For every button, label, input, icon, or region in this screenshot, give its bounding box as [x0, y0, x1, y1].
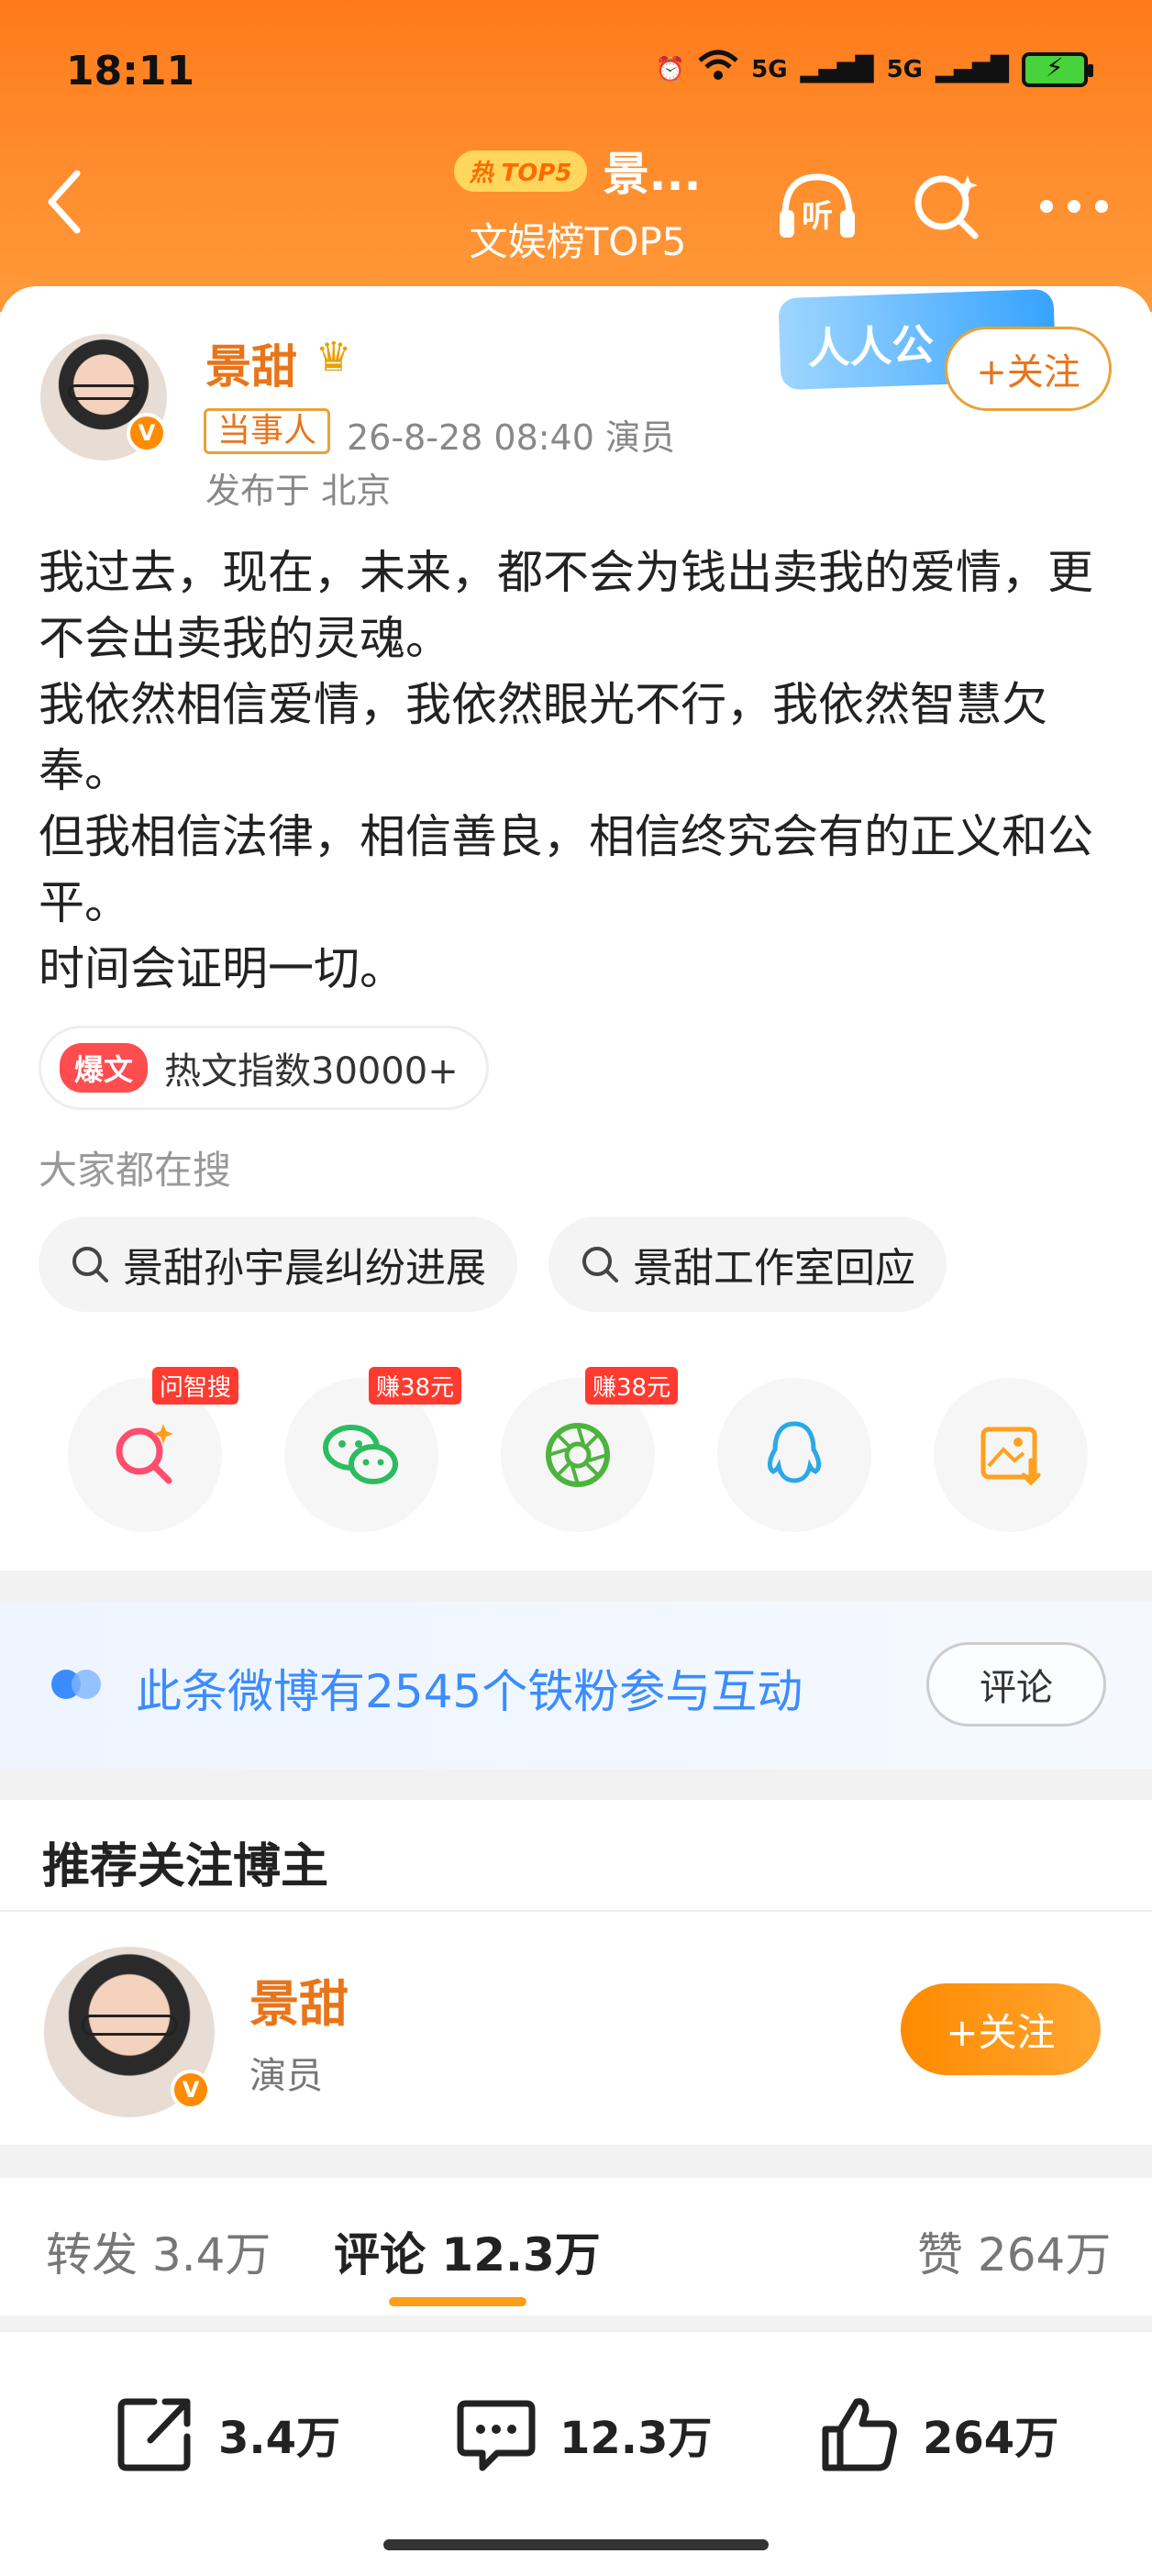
save-image-icon — [980, 1427, 1041, 1486]
svg-text:听: 听 — [802, 198, 833, 235]
tab-repost[interactable]: 转发 3.4万 — [46, 2218, 271, 2284]
tab-like[interactable]: 赞 264万 — [917, 2218, 1111, 2284]
follow-button[interactable]: +关注 — [945, 327, 1112, 411]
fans-text: 此条微博有2545个铁粉参与互动 — [136, 1665, 803, 1718]
signal-2-label: 5G — [886, 55, 924, 83]
top5-badge: 热 TOP5 — [454, 150, 587, 192]
signal-1-label: 5G — [751, 55, 788, 83]
comment-button[interactable]: 评论 — [926, 1642, 1106, 1727]
like-button[interactable]: 264万 — [818, 2393, 1058, 2475]
search-chip-label: 景甜工作室回应 — [633, 1245, 915, 1292]
post-paragraph: 我过去，现在，未来，都不会为钱出卖我的爱情，更不会出卖我的灵魂。 — [39, 546, 1093, 665]
recommend-name[interactable]: 景甜 — [249, 1963, 349, 2036]
hot-index-pill[interactable]: 爆文 热文指数30000+ — [39, 1026, 489, 1110]
home-indicator[interactable] — [383, 2539, 769, 2550]
tab-indicator — [389, 2297, 526, 2306]
search-icon — [582, 1247, 618, 1282]
thumbs-up-icon — [822, 2398, 897, 2471]
header: 18:11 ⏰ 5G ▂▄▆█ 5G ▂▄▆█ ⚡ 热 TOP5 景... 文娱… — [0, 0, 1152, 312]
nav-actions: 听 — [776, 165, 1115, 248]
post-paragraph: 但我相信法律，相信善良，相信终究会有的正义和公平。 — [39, 810, 1093, 929]
listen-button[interactable]: 听 — [776, 165, 858, 248]
recommend-title: 推荐关注博主 — [42, 1839, 329, 1894]
comment-count: 12.3万 — [559, 2413, 713, 2464]
search-icon[interactable] — [904, 165, 987, 248]
search-icon — [72, 1247, 108, 1282]
recommend-follow-button[interactable]: +关注 — [901, 1983, 1101, 2075]
hot-badge: 爆文 — [60, 1043, 149, 1093]
post-meta: 26-8-28 08:40 演员 — [347, 417, 675, 458]
nav-title: 景... — [603, 148, 702, 201]
post-body: 我过去，现在，未来，都不会为钱出卖我的爱情，更不会出卖我的灵魂。 我依然相信爱情… — [39, 539, 1121, 1002]
repost-icon — [117, 2398, 191, 2471]
post-paragraph: 我依然相信爱情，我依然眼光不行，我依然智慧欠奉。 — [39, 678, 1047, 797]
more-icon[interactable] — [1033, 165, 1115, 248]
recommend-role: 演员 — [249, 2055, 323, 2097]
repost-button[interactable]: 3.4万 — [114, 2393, 340, 2475]
qq-share-button[interactable] — [717, 1378, 871, 1532]
signal-2-icon: ▂▄▆█ — [936, 55, 1009, 83]
verified-badge-icon: V — [127, 413, 167, 453]
search-section-title: 大家都在搜 — [39, 1148, 232, 1193]
fans-icon — [51, 1670, 101, 1699]
share-badge: 赚38元 — [585, 1367, 679, 1405]
bottom-bar: 3.4万 12.3万 264万 — [0, 2330, 1152, 2576]
moments-icon — [546, 1423, 610, 1487]
alarm-icon: ⏰ — [655, 55, 686, 83]
share-badge: 问智搜 — [152, 1367, 239, 1405]
like-count: 264万 — [923, 2413, 1059, 2464]
divider — [0, 1910, 1152, 1912]
save-image-button[interactable] — [934, 1378, 1088, 1532]
share-row: 问智搜 赚38元 赚38元 — [0, 1367, 1152, 1543]
post-paragraph: 时间会证明一切。 — [39, 942, 405, 995]
verified-badge-icon: V — [171, 2070, 211, 2110]
comment-action-button[interactable]: 12.3万 — [455, 2393, 712, 2475]
qq-icon — [767, 1421, 822, 1483]
battery-icon: ⚡ — [1022, 51, 1093, 87]
comment-icon — [457, 2400, 536, 2471]
ai-search-share-button[interactable]: 问智搜 — [68, 1367, 239, 1532]
hot-index-text: 热文指数30000+ — [164, 1050, 459, 1093]
repost-count: 3.4万 — [218, 2413, 341, 2464]
search-chip[interactable]: 景甜工作室回应 — [548, 1216, 947, 1312]
moments-share-button[interactable]: 赚38元 — [501, 1367, 679, 1532]
nav-subtitle: 文娱榜TOP5 — [469, 219, 687, 264]
back-button[interactable] — [37, 165, 92, 239]
wechat-share-button[interactable]: 赚38元 — [284, 1367, 462, 1532]
search-chip-label: 景甜孙宇晨纠纷进展 — [123, 1245, 486, 1292]
wechat-icon — [323, 1425, 398, 1484]
search-chip[interactable]: 景甜孙宇晨纠纷进展 — [39, 1216, 517, 1312]
signal-1-icon: ▂▄▆█ — [800, 55, 874, 83]
ai-search-icon — [116, 1424, 173, 1484]
author-name[interactable]: 景甜 — [205, 330, 297, 396]
recommend-section: 推荐关注博主 V 景甜 演员 +关注 — [0, 1800, 1152, 2145]
nav-center[interactable]: 热 TOP5 景... 文娱榜TOP5 — [404, 138, 752, 267]
status-time: 18:11 — [66, 48, 195, 94]
fans-section[interactable]: 此条微博有2545个铁粉参与互动 评论 — [0, 1602, 1152, 1769]
status-icons: ⏰ 5G ▂▄▆█ 5G ▂▄▆█ ⚡ — [655, 50, 1093, 89]
crown-icon: ♛ — [316, 334, 352, 381]
wifi-icon — [698, 50, 738, 89]
status-bar: 18:11 ⏰ 5G ▂▄▆█ 5G ▂▄▆█ ⚡ — [0, 0, 1152, 138]
share-badge: 赚38元 — [369, 1367, 462, 1405]
post-card: V 景甜 ♛ 人人公 +关注 当事人 26-8-28 08:40 演员 发布于 … — [0, 286, 1152, 1571]
party-tag: 当事人 — [204, 408, 331, 454]
post-location: 发布于 北京 — [205, 471, 392, 511]
interaction-tabs: 转发 3.4万 评论 12.3万 赞 264万 — [0, 2178, 1152, 2315]
tab-comment[interactable]: 评论 12.3万 — [334, 2218, 601, 2284]
